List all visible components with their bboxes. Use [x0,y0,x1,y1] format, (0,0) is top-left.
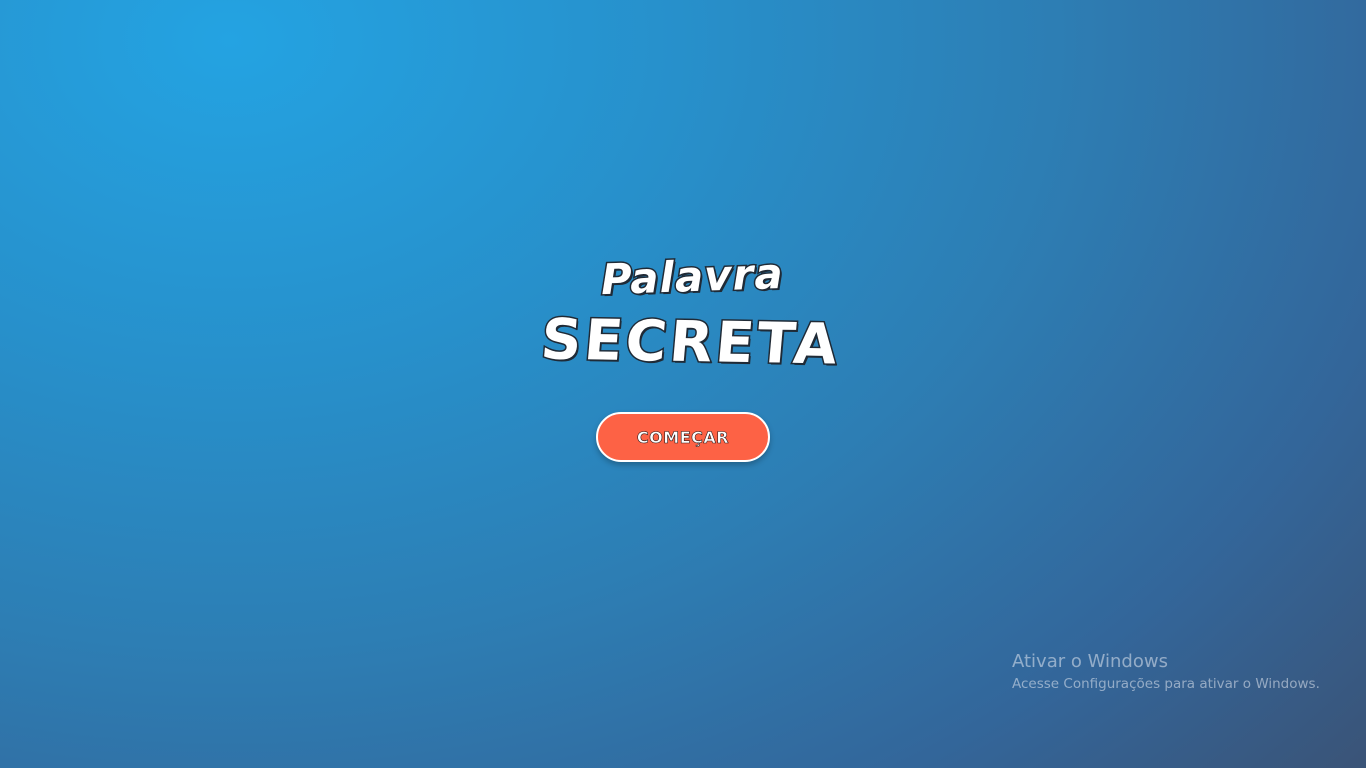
game-logo: Palavra SECRETA [533,246,845,386]
logo-line-secreta: SECRETA [537,306,845,379]
windows-activation-watermark: Ativar o Windows Acesse Configurações pa… [1012,650,1320,694]
watermark-title: Ativar o Windows [1012,651,1168,672]
watermark-subtitle: Acesse Configurações para ativar o Windo… [1012,676,1320,692]
logo-line-palavra: Palavra [599,247,786,305]
start-button[interactable]: COMEÇAR [596,412,770,462]
game-start-screen: Palavra SECRETA COMEÇAR Ativar o Windows… [0,0,1366,768]
